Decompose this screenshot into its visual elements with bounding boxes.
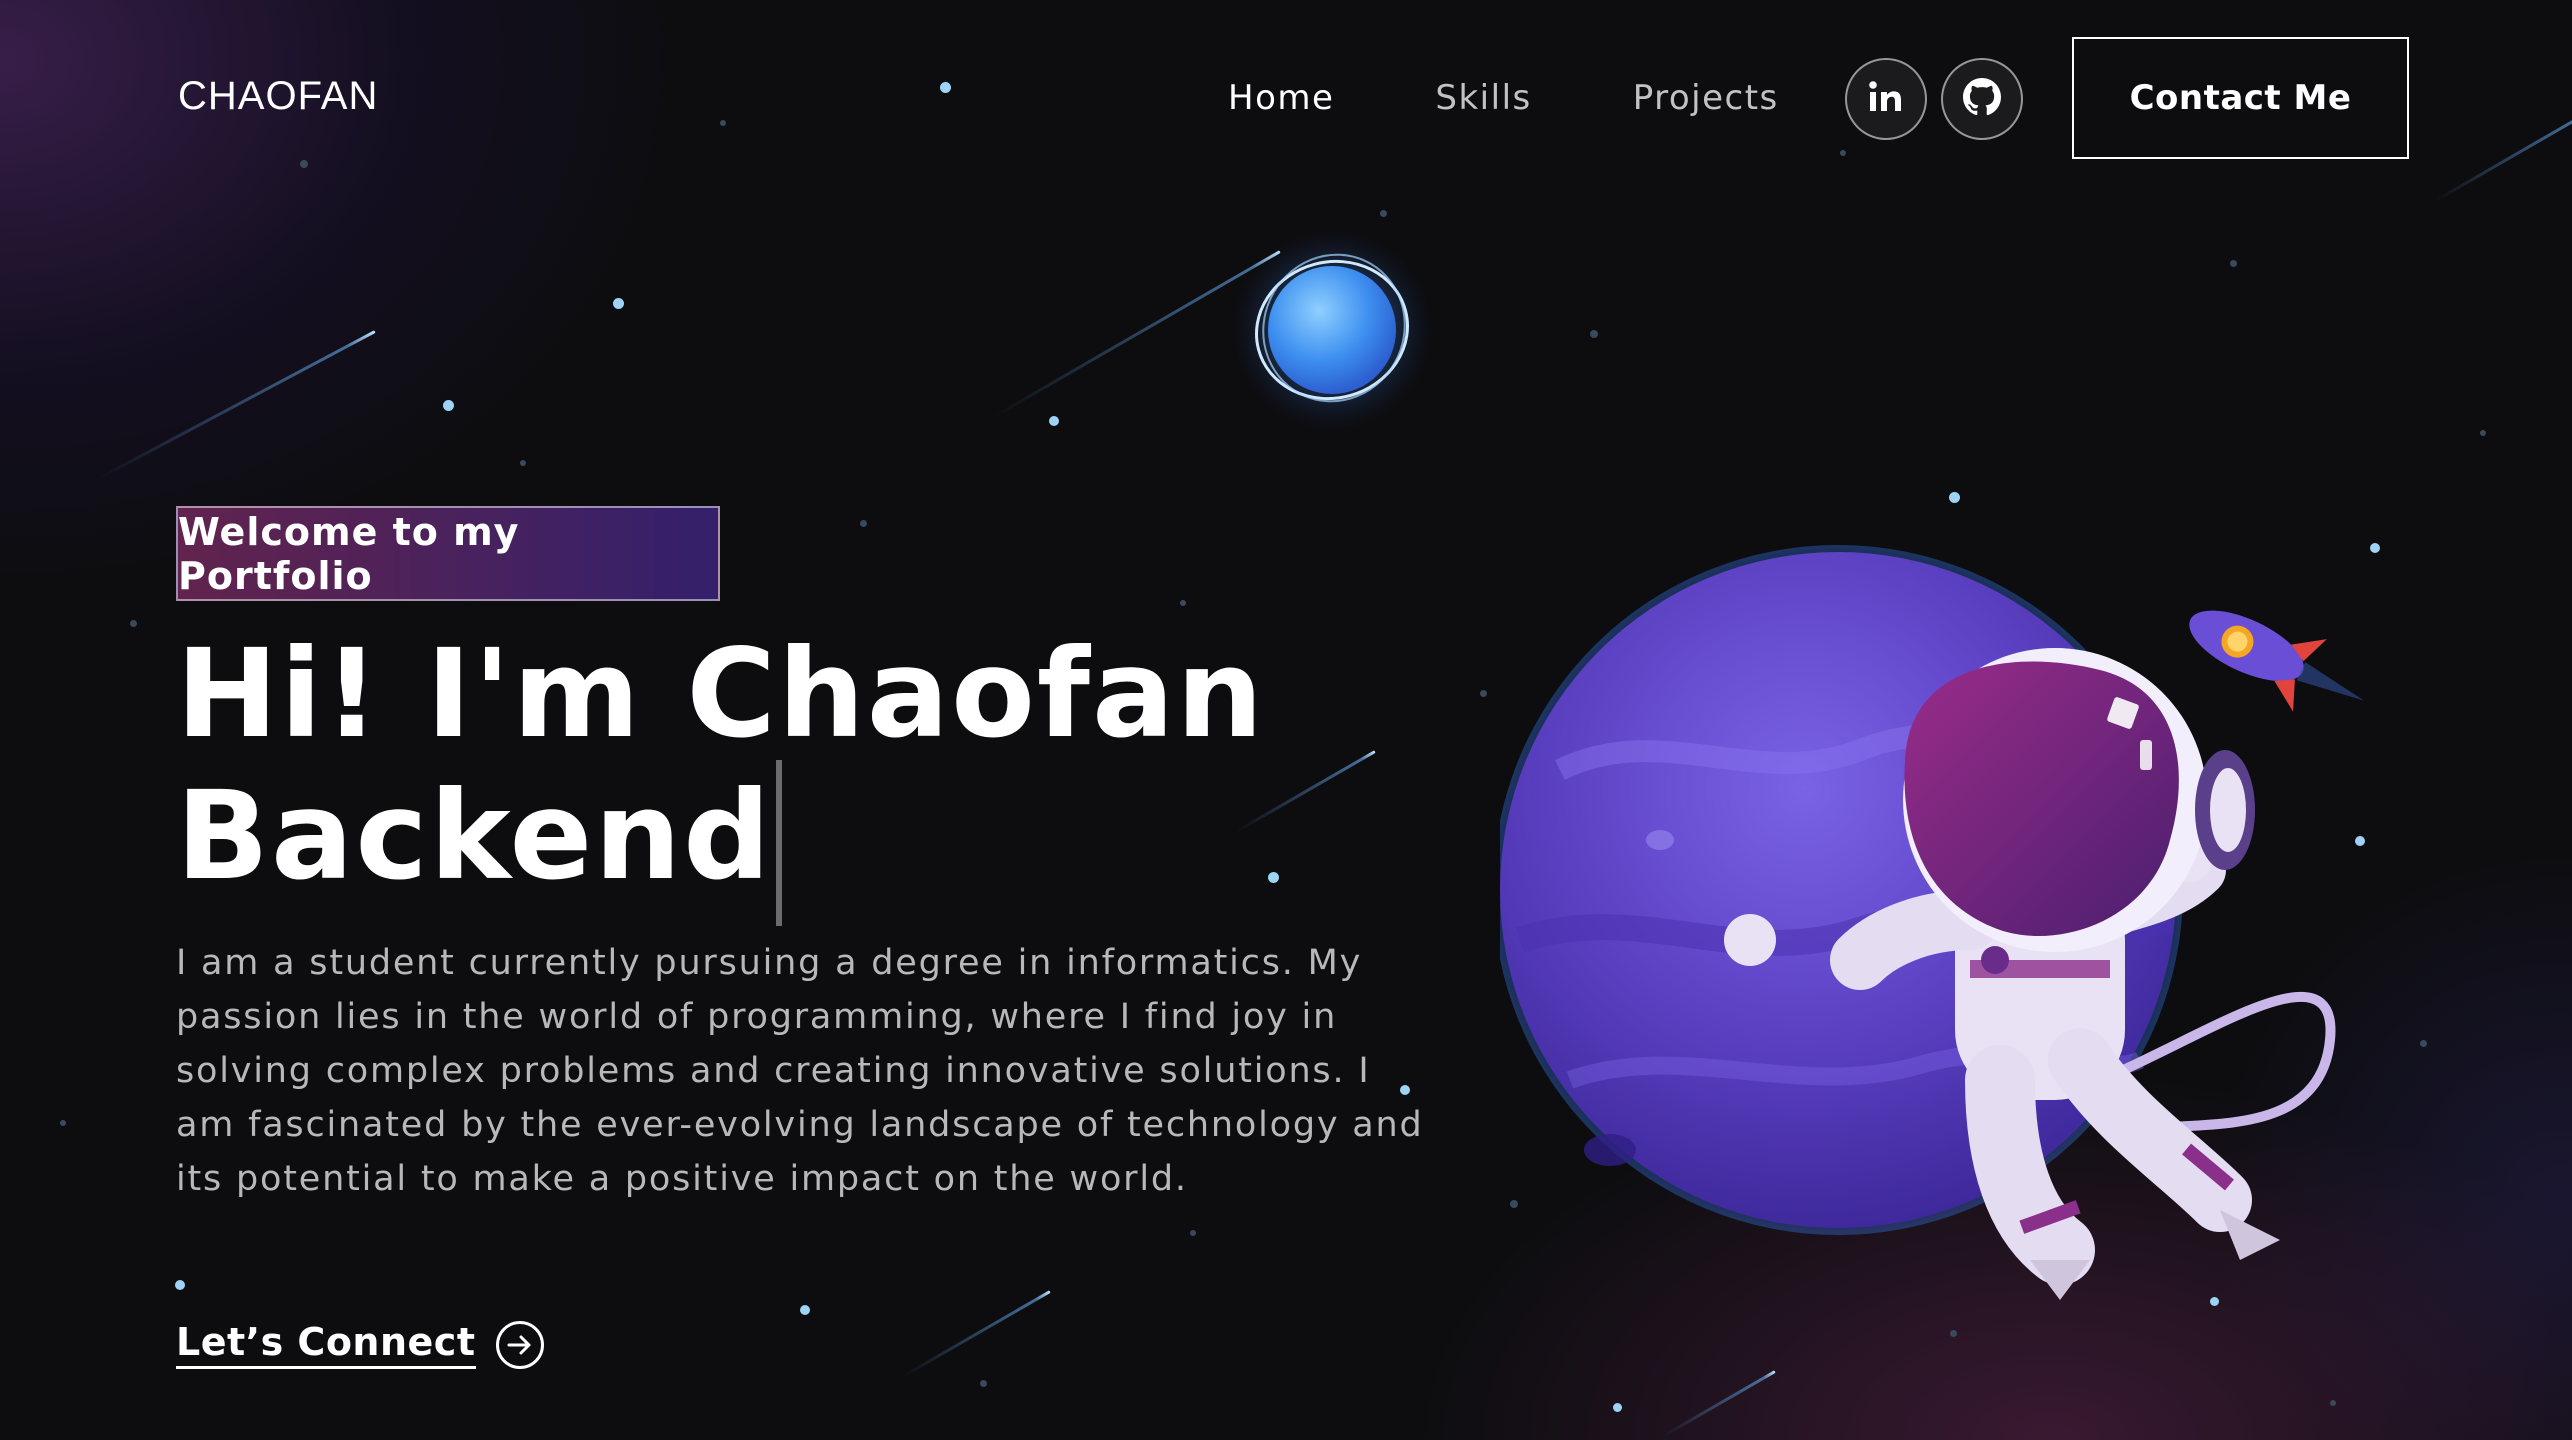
arrow-right-circle-icon (495, 1320, 544, 1369)
github-button[interactable] (1941, 58, 2023, 140)
headline-greeting: Hi! I'm Chaofan (176, 623, 1266, 765)
github-icon (1963, 78, 2001, 120)
lets-connect-label: Let’s Connect (176, 1320, 476, 1369)
main-nav: Home Skills Projects (1228, 78, 1880, 118)
nav-link-projects[interactable]: Projects (1633, 78, 1779, 118)
lets-connect-link[interactable]: Let’s Connect (176, 1320, 544, 1369)
nav-link-home[interactable]: Home (1228, 78, 1334, 118)
contact-me-button[interactable]: Contact Me (2072, 37, 2409, 159)
hero-page: CHAOFAN Home Skills Projects Contact Me (0, 0, 2572, 1440)
typing-cursor (776, 760, 783, 926)
small-blue-planet-illustration (1232, 230, 1432, 430)
astronaut-planet-illustration (1500, 545, 2365, 1300)
hero-headline: Hi! I'm Chaofan Backend (176, 628, 1265, 926)
hero-bio: I am a student currently pursuing a degr… (176, 943, 1424, 1199)
linkedin-icon (1866, 77, 1906, 121)
site-logo[interactable]: CHAOFAN (178, 74, 378, 119)
headline-rotating-role: Backend (176, 765, 773, 907)
linkedin-button[interactable] (1845, 58, 1927, 140)
nav-link-skills[interactable]: Skills (1435, 78, 1531, 118)
welcome-tagline: Welcome to my Portfolio (176, 506, 720, 601)
